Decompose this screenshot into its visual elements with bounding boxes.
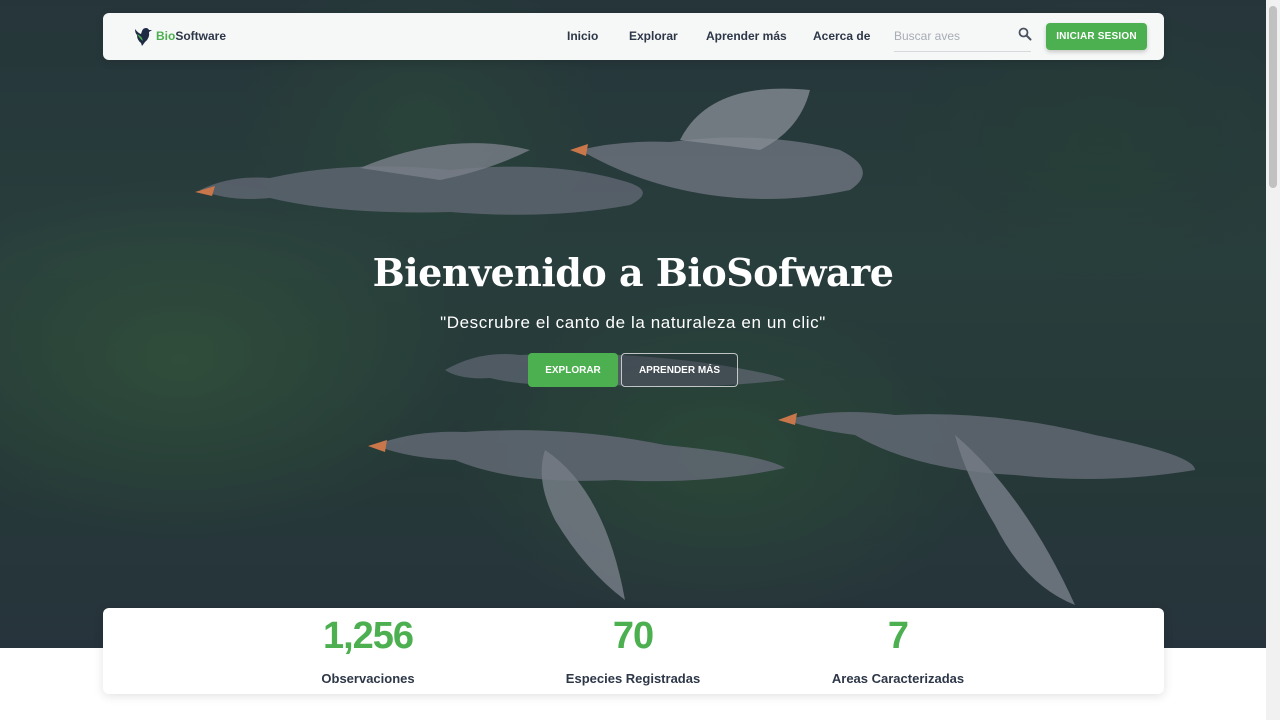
- stat-label: Areas Caracterizadas: [831, 671, 965, 686]
- goose-image: [368, 430, 785, 600]
- stat-observaciones: 1,256 Observaciones: [268, 614, 468, 686]
- stat-label: Observaciones: [321, 671, 415, 686]
- nav-link-acerca-de[interactable]: Acerca de: [813, 29, 870, 43]
- search-box: [894, 22, 1032, 52]
- search-icon[interactable]: [1018, 27, 1032, 41]
- brand-name-suffix: Software: [175, 29, 227, 43]
- stat-value: 1,256: [322, 615, 414, 657]
- nav-link-aprender-mas[interactable]: Aprender más: [706, 29, 787, 43]
- goose-image: [570, 88, 863, 199]
- stat-areas: 7 Areas Caracterizadas: [798, 614, 998, 686]
- brand[interactable]: BioSoftware: [133, 25, 226, 47]
- stats-card: 1,256 Observaciones 70 Especies Registra…: [103, 608, 1164, 694]
- brand-name-prefix: Bio: [156, 29, 176, 43]
- nav-link-inicio[interactable]: Inicio: [567, 29, 598, 43]
- page-scrollbar[interactable]: [1266, 0, 1280, 720]
- login-button[interactable]: INICIAR SESION: [1046, 23, 1147, 50]
- nav-link-explorar[interactable]: Explorar: [629, 29, 678, 43]
- stat-value: 7: [887, 615, 909, 657]
- scrollbar-thumb[interactable]: [1269, 6, 1277, 188]
- hero-title: Bienvenido a BioSofware: [372, 250, 894, 295]
- brand-name: BioSoftware: [156, 29, 226, 43]
- search-input[interactable]: [894, 26, 1004, 46]
- hero-subtitle: "Descrubre el canto de la naturaleza en …: [440, 313, 826, 332]
- stat-label: Especies Registradas: [565, 671, 701, 686]
- stat-especies: 70 Especies Registradas: [533, 614, 733, 686]
- goose-image: [778, 411, 1195, 605]
- learn-more-button[interactable]: APRENDER MÁS: [621, 353, 738, 387]
- stat-value: 70: [612, 615, 654, 657]
- explore-button[interactable]: EXPLORAR: [528, 353, 618, 387]
- top-navbar: BioSoftware Inicio Explorar Aprender más…: [103, 13, 1164, 60]
- bird-logo-icon: [135, 28, 152, 46]
